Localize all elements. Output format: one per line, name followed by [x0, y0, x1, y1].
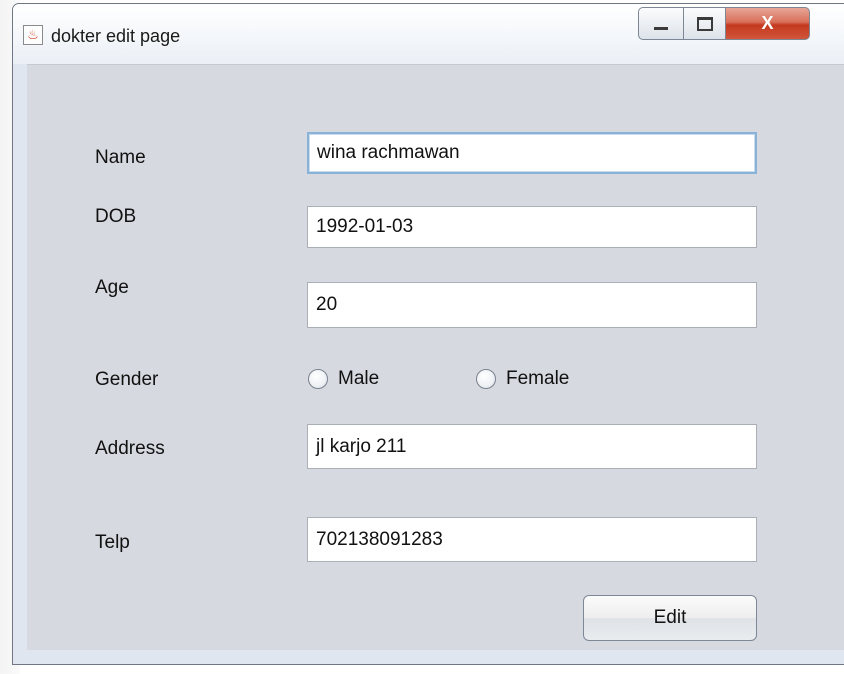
name-label: Name: [95, 147, 146, 168]
window-controls: X: [638, 7, 810, 44]
window-title: dokter edit page: [51, 26, 181, 46]
age-field[interactable]: 20: [307, 282, 757, 328]
telp-label: Telp: [95, 532, 130, 553]
radio-button-icon: [476, 369, 496, 389]
gender-female-radio[interactable]: Female: [476, 368, 569, 390]
address-field[interactable]: jl karjo 211: [307, 424, 757, 469]
dob-field[interactable]: 1992-01-03: [307, 206, 757, 248]
name-field[interactable]: wina rachmawan: [307, 132, 757, 174]
close-icon: X: [761, 13, 774, 33]
edit-button[interactable]: Edit: [583, 595, 757, 641]
close-button[interactable]: X: [726, 7, 810, 40]
title-bar[interactable]: ♨ dokter edit page X: [13, 4, 844, 64]
maximize-button[interactable]: [684, 7, 726, 40]
maximize-icon: [696, 16, 713, 31]
minimize-icon: [654, 27, 668, 30]
minimize-button[interactable]: [638, 7, 684, 40]
gender-male-radio[interactable]: Male: [308, 368, 379, 390]
java-cup-icon: ♨: [23, 25, 43, 45]
gender-female-label: Female: [506, 368, 570, 389]
gender-male-label: Male: [338, 368, 380, 389]
telp-field[interactable]: 702138091283: [307, 517, 757, 562]
radio-button-icon: [308, 369, 328, 389]
app-window: ♨ dokter edit page X Name wina rachmawan…: [12, 3, 844, 665]
dob-label: DOB: [95, 206, 137, 227]
age-label: Age: [95, 277, 129, 298]
gender-label: Gender: [95, 369, 159, 390]
form-panel: Name wina rachmawan DOB 1992-01-03 Age 2…: [27, 64, 844, 650]
address-label: Address: [95, 438, 165, 459]
